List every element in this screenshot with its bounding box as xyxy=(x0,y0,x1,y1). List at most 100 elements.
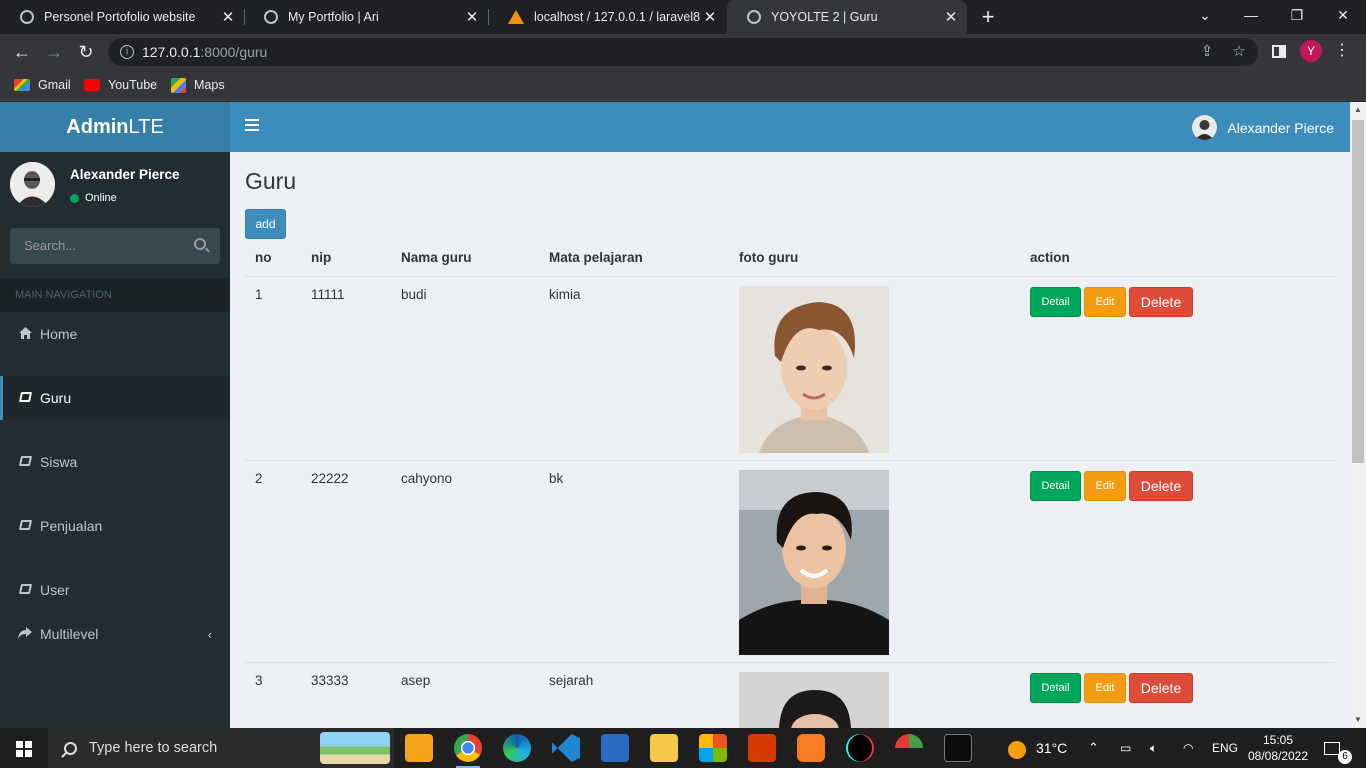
bookmark-maps[interactable]: Maps xyxy=(171,76,225,94)
row-actions: Detail Edit Delete xyxy=(1030,673,1196,703)
profile-avatar[interactable]: Y xyxy=(1300,40,1322,62)
close-tab-icon[interactable]: ✕ xyxy=(462,8,482,26)
address-bar[interactable]: i 127.0.0.1 :8000/guru ⇪ ☆ xyxy=(108,38,1258,66)
bookmark-label: Maps xyxy=(194,78,225,92)
notification-icon[interactable]: 6 xyxy=(1324,728,1352,768)
browser-tab[interactable]: localhost / 127.0.0.1 / laravel8 / t ✕ xyxy=(488,0,726,34)
volume-icon[interactable]: 🔈︎ xyxy=(1150,728,1157,768)
office-icon[interactable] xyxy=(748,734,776,762)
detail-button[interactable]: Detail xyxy=(1030,287,1081,317)
detail-button[interactable]: Detail xyxy=(1030,471,1081,501)
bookmark-gmail[interactable]: Gmail xyxy=(14,76,71,94)
delete-button[interactable]: Delete xyxy=(1129,471,1193,501)
xampp-icon[interactable] xyxy=(797,734,825,762)
chevron-left-icon: ‹ xyxy=(207,626,212,642)
sidebar-item-home[interactable]: Home xyxy=(0,312,230,356)
search-icon[interactable] xyxy=(194,238,206,250)
language-indicator[interactable]: ENG xyxy=(1212,728,1238,768)
bookmark-label: YouTube xyxy=(108,78,158,92)
top-navbar: Alexander Pierce xyxy=(230,102,1350,152)
scroll-down-icon[interactable]: ▼ xyxy=(1350,712,1366,728)
header-user-menu[interactable]: Alexander Pierce xyxy=(1192,115,1334,140)
globe-icon xyxy=(20,10,34,24)
browser-tab-active[interactable]: YOYOLTE 2 | Guru ✕ xyxy=(727,0,967,34)
taskbar-clock[interactable]: 15:05 08/08/2022 xyxy=(1246,732,1310,764)
edit-button[interactable]: Edit xyxy=(1084,673,1126,703)
url-path: :8000/guru xyxy=(200,44,268,60)
battery-icon[interactable]: ▭ xyxy=(1120,728,1131,768)
edit-button[interactable]: Edit xyxy=(1084,287,1126,317)
bookmark-youtube[interactable]: YouTube xyxy=(84,76,157,94)
speedometer-app-icon[interactable] xyxy=(895,734,923,762)
sidebar-search-input[interactable]: Search... xyxy=(10,228,220,264)
close-window-button[interactable]: ✕ xyxy=(1320,0,1366,34)
window-app-icon[interactable] xyxy=(601,734,629,762)
app-logo[interactable]: AdminLTE xyxy=(0,102,230,152)
cell-nama: cahyono xyxy=(401,471,453,486)
sidebar-item-label: Multilevel xyxy=(40,626,99,642)
tab-search-icon[interactable]: ⌄ xyxy=(1182,0,1228,34)
weather-widget[interactable]: 31°C xyxy=(1008,728,1067,768)
microsoft-store-icon[interactable] xyxy=(699,734,727,762)
browser-tab[interactable]: Personel Portofolio website ✕ xyxy=(0,0,244,34)
back-icon[interactable]: ← xyxy=(10,40,34,64)
book-icon xyxy=(18,455,32,469)
sidebar-item-user[interactable]: User xyxy=(0,568,230,612)
share-icon[interactable]: ⇪ xyxy=(1194,38,1220,66)
scroll-up-icon[interactable]: ▲ xyxy=(1350,102,1366,118)
row-actions: Detail Edit Delete xyxy=(1030,471,1196,501)
wifi-icon[interactable]: ◠ xyxy=(1183,728,1193,768)
reload-icon[interactable]: ↻ xyxy=(74,40,98,64)
forward-icon[interactable]: → xyxy=(42,40,66,64)
new-tab-button[interactable]: + xyxy=(976,4,1000,30)
tiktok-icon[interactable] xyxy=(846,734,874,762)
close-tab-icon[interactable]: ✕ xyxy=(700,8,720,26)
sidebar-item-penjualan[interactable]: Penjualan xyxy=(0,504,230,548)
edge-icon[interactable] xyxy=(503,734,531,762)
cell-nip: 22222 xyxy=(311,471,349,486)
browser-menu-icon[interactable]: ⋮ xyxy=(1334,40,1350,62)
sidebar-nav-header: MAIN NAVIGATION xyxy=(0,278,230,312)
delete-button[interactable]: Delete xyxy=(1129,673,1193,703)
add-button[interactable]: add xyxy=(245,209,286,239)
column-header: Nama guru xyxy=(401,250,472,265)
table-row: 3 33333 asep sejarah Detail Edit Delete xyxy=(245,662,1335,728)
globe-icon xyxy=(264,10,278,24)
sidebar-toggle-icon[interactable] xyxy=(245,119,259,131)
sidebar-item-siswa[interactable]: Siswa xyxy=(0,440,230,484)
share-icon xyxy=(18,626,32,642)
terminal-icon[interactable] xyxy=(944,734,972,762)
sidebar-item-guru[interactable]: Guru xyxy=(0,376,230,420)
site-info-icon[interactable]: i xyxy=(120,45,134,59)
close-tab-icon[interactable]: ✕ xyxy=(941,8,961,26)
detail-button[interactable]: Detail xyxy=(1030,673,1081,703)
column-header: no xyxy=(255,250,272,265)
book-icon xyxy=(18,391,32,405)
minimize-button[interactable]: — xyxy=(1228,0,1274,34)
restore-button[interactable]: ❐ xyxy=(1274,0,1320,34)
sidebar-item-multilevel[interactable]: Multilevel ‹ xyxy=(0,612,230,656)
youtube-icon xyxy=(84,79,100,91)
taskbar-search-input[interactable]: Type here to search xyxy=(48,728,394,768)
page-title: Guru xyxy=(245,168,297,194)
guru-table: no nip Nama guru Mata pelajaran foto gur… xyxy=(245,239,1335,728)
scrollbar-thumb[interactable] xyxy=(1352,120,1364,463)
close-tab-icon[interactable]: ✕ xyxy=(218,8,238,26)
edit-button[interactable]: Edit xyxy=(1084,471,1126,501)
bookmark-star-icon[interactable]: ☆ xyxy=(1226,38,1252,66)
windows-start-icon[interactable] xyxy=(16,741,32,757)
user-status-label: Online xyxy=(85,192,117,204)
cell-nip: 33333 xyxy=(311,673,349,688)
notification-count-badge: 6 xyxy=(1338,750,1352,764)
delete-button[interactable]: Delete xyxy=(1129,287,1193,317)
browser-tab[interactable]: My Portfolio | Ari ✕ xyxy=(244,0,488,34)
sublime-text-icon[interactable] xyxy=(405,734,433,762)
column-header: nip xyxy=(311,250,332,265)
file-explorer-icon[interactable] xyxy=(650,734,678,762)
chrome-icon[interactable] xyxy=(454,734,482,768)
vscode-icon[interactable] xyxy=(552,734,580,762)
side-panel-icon[interactable] xyxy=(1272,45,1286,58)
chevron-up-icon[interactable]: ⌃ xyxy=(1088,728,1099,768)
page-scrollbar[interactable]: ▲ ▼ xyxy=(1350,102,1366,728)
online-status-icon xyxy=(70,193,79,203)
